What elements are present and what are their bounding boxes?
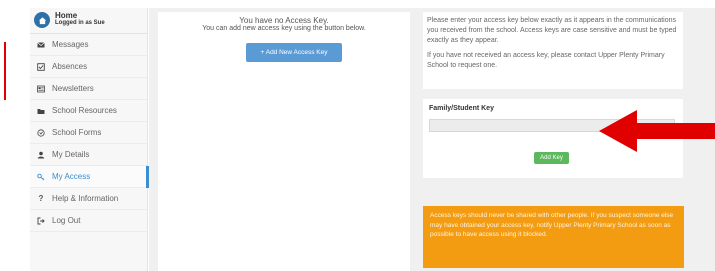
form-icon: [37, 128, 45, 137]
sidebar-item-school-forms[interactable]: School Forms: [30, 122, 147, 144]
sidebar-item-label: Absences: [52, 62, 88, 71]
question-icon: ?: [38, 194, 44, 203]
sidebar-item-help[interactable]: ? Help & Information: [30, 188, 147, 210]
envelope-icon: [37, 41, 45, 49]
login-status: Logged in as Sue: [55, 20, 105, 26]
access-key-panel: You have no Access Key. You can add new …: [158, 12, 410, 271]
sidebar-item-log-out[interactable]: Log Out: [30, 210, 147, 232]
sidebar-item-label: My Details: [52, 150, 90, 159]
annotation-mark: [0, 42, 6, 100]
sidebar-item-label: Help & Information: [52, 194, 119, 203]
sidebar-item-label: School Forms: [52, 128, 102, 137]
folder-icon: [37, 107, 45, 115]
sidebar-item-absences[interactable]: Absences: [30, 56, 147, 78]
checkbox-icon: [37, 62, 45, 71]
warning-box: Access keys should never be shared with …: [423, 206, 684, 268]
user-icon: [37, 151, 45, 159]
logout-icon: [37, 217, 45, 225]
sidebar-item-label: My Access: [52, 172, 91, 181]
no-key-message: You have no Access Key.: [239, 16, 329, 25]
sidebar: Home Logged in as Sue Messages Absences …: [30, 8, 149, 271]
red-arrow-annotation: [599, 110, 715, 152]
add-key-button[interactable]: Add Key: [534, 152, 569, 164]
sidebar-item-my-details[interactable]: My Details: [30, 144, 147, 166]
newspaper-icon: [37, 85, 45, 93]
home-icon: [34, 12, 50, 28]
no-key-hint: You can add new access key using the but…: [202, 25, 366, 32]
sidebar-item-school-resources[interactable]: School Resources: [30, 100, 147, 122]
sidebar-item-label: Messages: [52, 40, 89, 49]
warning-text: Access keys should never be shared with …: [430, 212, 674, 239]
sidebar-item-my-access[interactable]: My Access: [30, 166, 149, 188]
home-link[interactable]: Home Logged in as Sue: [30, 8, 147, 34]
sidebar-item-label: School Resources: [52, 106, 117, 115]
family-student-key-label: Family/Student Key: [429, 105, 494, 112]
key-icon: [37, 173, 45, 181]
sidebar-item-label: Log Out: [52, 216, 81, 225]
instructions-panel: Please enter your access key below exact…: [423, 12, 683, 89]
instructions-text: Please enter your access key below exact…: [427, 17, 677, 44]
sidebar-item-label: Newsletters: [52, 84, 94, 93]
contact-school-text: If you have not received an access key, …: [427, 52, 665, 69]
home-title: Home: [55, 11, 78, 20]
sidebar-item-messages[interactable]: Messages: [30, 34, 147, 56]
sidebar-item-newsletters[interactable]: Newsletters: [30, 78, 147, 100]
add-new-access-key-button[interactable]: + Add New Access Key: [246, 43, 342, 62]
